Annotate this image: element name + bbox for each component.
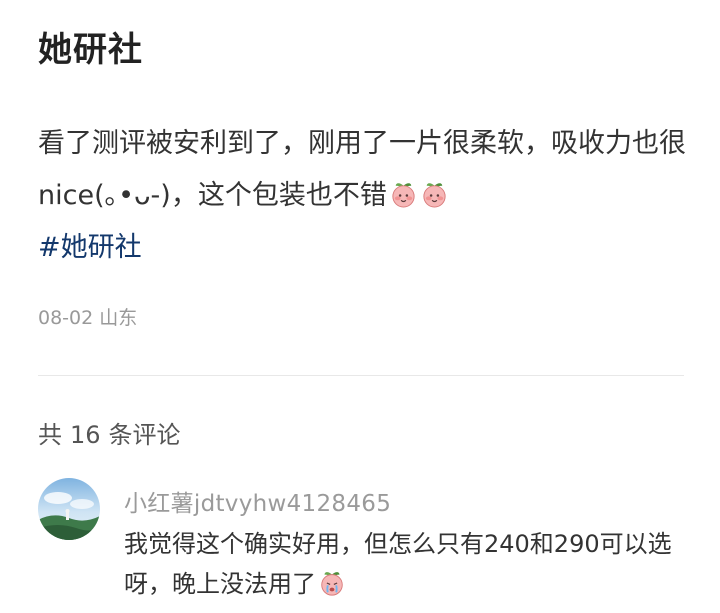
note-date: 08-02 — [38, 307, 94, 329]
peach-crying-emoji-icon — [321, 572, 343, 596]
comment-text-container: 我觉得这个确实好用，但怎么只有240和290可以选呀，晚上没法用了 — [124, 524, 684, 604]
comment-text: 我觉得这个确实好用，但怎么只有240和290可以选呀，晚上没法用了 — [124, 530, 672, 598]
comment-count-number: 16 — [70, 421, 101, 449]
note-body: 看了测评被安利到了，刚用了一片很柔软，吸收力也很nice(｡•ᴗ-)，这个包装也… — [38, 118, 688, 274]
comment-username[interactable]: 小红薯jdtvyhw4128465 — [124, 484, 391, 518]
hashtag-link[interactable]: #她研社 — [38, 222, 688, 274]
comment-count-suffix: 条评论 — [108, 421, 181, 449]
comment-count-header: 共 16 条评论 — [38, 415, 181, 450]
note-location: 山东 — [99, 307, 138, 329]
note-title: 她研社 — [38, 30, 143, 70]
note-body-text: 看了测评被安利到了，刚用了一片很柔软，吸收力也很nice(｡•ᴗ-)，这个包装也… — [38, 128, 686, 211]
peach-cute-emoji-icon — [423, 183, 446, 208]
peach-cute-emoji-icon — [392, 183, 415, 208]
landscape-avatar-icon — [38, 478, 100, 540]
comment-count-prefix: 共 — [38, 421, 62, 449]
divider — [38, 375, 684, 376]
note-meta: 08-02 山东 — [38, 303, 137, 330]
avatar[interactable] — [38, 478, 100, 540]
note-detail-page: 她研社 看了测评被安利到了，刚用了一片很柔软，吸收力也很nice(｡•ᴗ-)，这… — [0, 0, 720, 613]
